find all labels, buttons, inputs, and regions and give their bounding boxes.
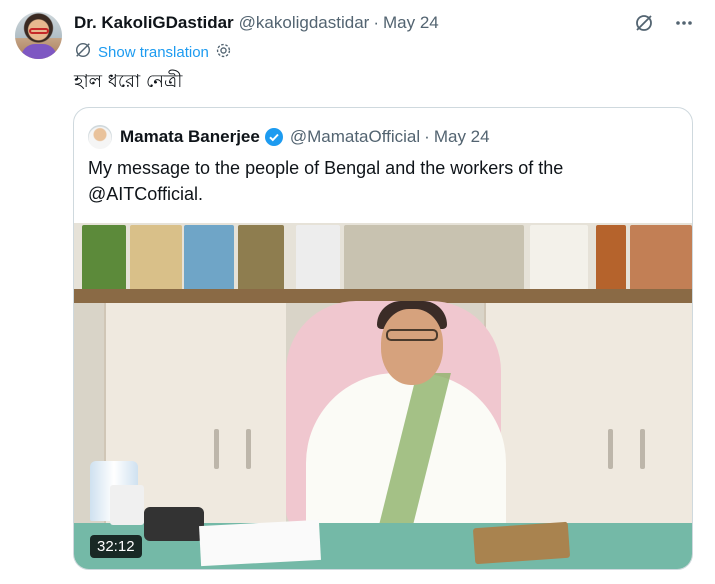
- show-translation-link[interactable]: Show translation: [98, 44, 209, 61]
- author-avatar[interactable]: [15, 12, 62, 59]
- desk-phone: [144, 507, 204, 541]
- quoted-tweet-card[interactable]: Mamata Banerjee @MamataOfficial · May 24…: [73, 107, 693, 570]
- separator-dot: ·: [424, 127, 430, 146]
- more-horizontal-icon[interactable]: [673, 12, 695, 34]
- quoted-header: Mamata Banerjee @MamataOfficial · May 24: [88, 125, 490, 149]
- author-name[interactable]: Dr. KakoliGDastidar: [74, 13, 234, 33]
- verified-badge-icon: [264, 127, 284, 147]
- quoted-date[interactable]: May 24: [434, 127, 490, 147]
- translate-row: Show translation: [74, 42, 232, 62]
- notebook: [472, 521, 571, 565]
- quoted-author-name[interactable]: Mamata Banerjee: [120, 127, 260, 147]
- video-thumbnail[interactable]: 32:12: [74, 223, 692, 569]
- tweet-header: Dr. KakoliGDastidar @kakoligdastidar · M…: [74, 12, 439, 34]
- quoted-avatar[interactable]: [88, 125, 112, 149]
- quoted-handle[interactable]: @MamataOfficial: [290, 127, 420, 147]
- tweet-actions-top: [633, 12, 695, 34]
- tweet-text: হাল ধরো নেত্রী: [74, 71, 183, 92]
- video-duration-badge: 32:12: [90, 535, 142, 558]
- gear-icon[interactable]: [215, 42, 232, 63]
- quoted-text: My message to the people of Bengal and t…: [88, 158, 564, 204]
- grok-icon[interactable]: [633, 12, 655, 34]
- tweet-date[interactable]: May 24: [383, 13, 439, 33]
- author-handle[interactable]: @kakoligdastidar: [239, 13, 370, 33]
- papers: [199, 519, 321, 567]
- separator-dot: ·: [373, 13, 379, 32]
- translate-icon: [74, 41, 92, 63]
